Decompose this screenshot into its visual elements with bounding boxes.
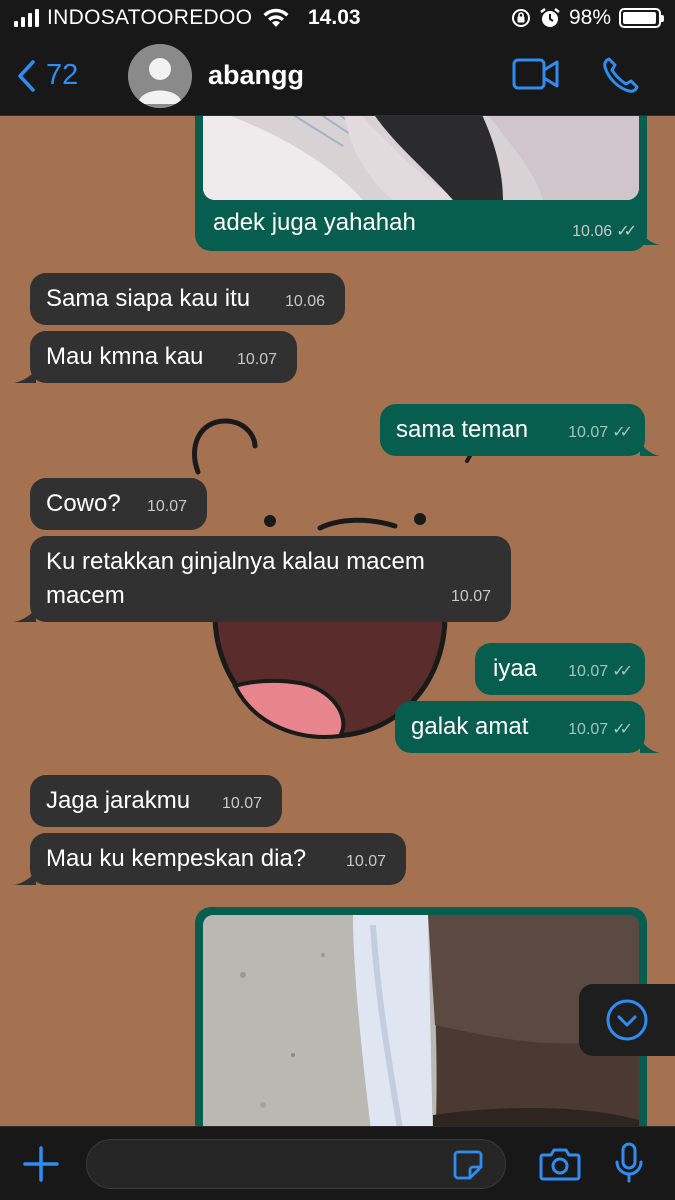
- clock: 14.03: [308, 6, 361, 29]
- scroll-to-bottom-button[interactable]: [579, 984, 675, 1056]
- wifi-icon: [263, 8, 289, 27]
- sticker-icon[interactable]: [452, 1149, 484, 1181]
- message-image[interactable]: [203, 116, 639, 200]
- bubble-tail: [14, 608, 36, 622]
- camera-icon[interactable]: [539, 1145, 581, 1183]
- default-avatar-icon: [128, 44, 192, 108]
- message-text: iyaa: [493, 655, 538, 682]
- chat-area[interactable]: adek juga yahahah 10.06 ✓✓ Sama siapa kau…: [0, 116, 675, 1126]
- message-time: 10.07: [568, 424, 609, 441]
- message-text: Ku retakkan ginjalnya kalau macem macem: [46, 548, 425, 609]
- message-text: adek juga yahahah: [213, 209, 416, 236]
- scroll-down-icon: [606, 999, 648, 1041]
- double-check-icon: ✓✓: [612, 721, 633, 738]
- microphone-icon[interactable]: [614, 1141, 644, 1185]
- message-bubble-incoming[interactable]: Jaga jarakmu 10.07: [30, 775, 282, 827]
- battery-percent: 98%: [568, 6, 611, 29]
- message-time: 10.07: [345, 853, 386, 870]
- signal-icon: [14, 9, 39, 27]
- message-time: 10.07: [236, 351, 277, 368]
- battery-icon: [619, 8, 664, 28]
- chevron-left-icon: [18, 59, 35, 92]
- image-content: [203, 915, 639, 1126]
- message-bubble-outgoing[interactable]: adek juga yahahah 10.06 ✓✓: [195, 116, 647, 251]
- message-time: 10.07: [146, 498, 187, 515]
- message-meta: 10.07 ✓✓: [568, 713, 633, 747]
- message-time: 10.07: [450, 588, 491, 605]
- message-text: Jaga jarakmu: [46, 787, 191, 814]
- message-bubble-outgoing[interactable]: sama teman 10.07 ✓✓: [380, 404, 645, 456]
- alarm-icon: [540, 8, 560, 27]
- avatar[interactable]: [128, 44, 192, 108]
- message-text: Sama siapa kau itu: [46, 285, 251, 312]
- message-bubble-incoming[interactable]: Mau ku kempeskan dia? 10.07: [30, 833, 406, 885]
- message-text: Cowo?: [46, 490, 121, 517]
- bubble-tail: [14, 369, 36, 383]
- rotation-lock-icon: [511, 9, 530, 27]
- chat-header: 72 abangg: [0, 36, 675, 116]
- status-bar: INDOSATOOREDOO 14.03 98%: [0, 0, 675, 36]
- message-text: galak amat: [411, 713, 529, 740]
- contact-name[interactable]: abangg: [208, 60, 304, 91]
- message-bubble-incoming[interactable]: Cowo? 10.07: [30, 478, 207, 530]
- plus-icon[interactable]: [22, 1145, 60, 1183]
- message-meta: 10.07 ✓✓: [568, 416, 633, 450]
- bubble-tail: [640, 739, 660, 753]
- bubble-tail: [14, 871, 36, 885]
- message-meta: 10.07 ✓✓: [568, 655, 633, 689]
- message-meta: 10.06 ✓✓: [572, 221, 637, 241]
- double-check-icon: ✓✓: [616, 223, 637, 240]
- message-bubble-incoming[interactable]: Ku retakkan ginjalnya kalau macem macem …: [30, 536, 511, 622]
- message-input[interactable]: [86, 1139, 506, 1189]
- message-text: Mau ku kempeskan dia?: [46, 845, 307, 872]
- image-content: [203, 116, 639, 200]
- message-composer: [0, 1126, 675, 1200]
- message-image[interactable]: [203, 915, 639, 1126]
- back-button[interactable]: 72: [16, 59, 78, 93]
- message-time: 10.07: [568, 721, 609, 738]
- message-time: 10.07: [221, 795, 262, 812]
- unread-count: 72: [46, 59, 79, 91]
- video-call-icon[interactable]: [512, 56, 560, 92]
- message-text: Mau kmna kau: [46, 343, 204, 370]
- message-time: 10.07: [568, 663, 609, 680]
- message-time: 10.06: [284, 293, 325, 310]
- bubble-tail: [640, 442, 660, 456]
- carrier-name: INDOSATOOREDOO: [47, 6, 253, 29]
- double-check-icon: ✓✓: [612, 663, 633, 680]
- message-bubble-outgoing[interactable]: iyaa 10.07 ✓✓: [475, 643, 645, 695]
- message-text: sama teman: [396, 416, 529, 443]
- bubble-tail: [640, 231, 660, 245]
- message-bubble-outgoing[interactable]: galak amat 10.07 ✓✓: [395, 701, 645, 753]
- message-bubble-incoming[interactable]: Sama siapa kau itu 10.06: [30, 273, 345, 325]
- phone-call-icon[interactable]: [600, 56, 640, 96]
- message-time: 10.06: [572, 223, 613, 240]
- double-check-icon: ✓✓: [612, 424, 633, 441]
- message-bubble-incoming[interactable]: Mau kmna kau 10.07: [30, 331, 297, 383]
